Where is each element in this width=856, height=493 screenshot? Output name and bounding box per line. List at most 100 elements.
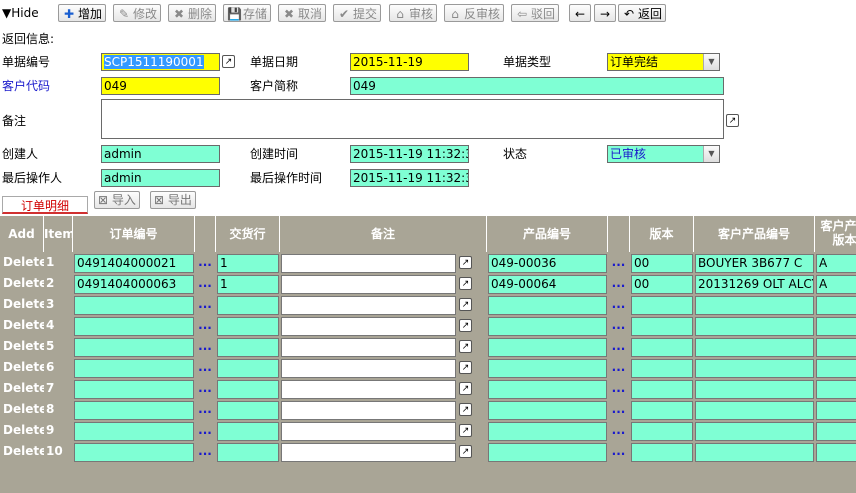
row-remark-field[interactable] [281,401,456,420]
row-remark-field[interactable] [281,338,456,357]
col-header-add[interactable]: Add [0,216,44,252]
order-lookup-button[interactable]: ... [195,338,215,357]
version-field[interactable] [631,359,693,378]
delete-row-button[interactable]: Delete [1,443,44,462]
delivery-line-field[interactable] [217,401,279,420]
export-button[interactable]: ⊠ 导出 [150,191,196,209]
order-lookup-button[interactable]: ... [195,443,215,462]
product-no-field[interactable] [488,401,607,420]
row-remark-field[interactable] [281,380,456,399]
lookup-icon[interactable]: ↗ [459,361,472,374]
lookup-icon[interactable]: ↗ [459,340,472,353]
doc-date-field[interactable]: 2015-11-19 [350,53,469,71]
delete-row-button[interactable]: Delete [1,275,44,294]
cust-version-field[interactable]: A [816,275,856,294]
row-remark-field[interactable] [281,296,456,315]
cust-product-field[interactable]: BOUYER 3B677 C [695,254,814,273]
back-button[interactable]: ↶ 返回 [618,4,667,22]
delivery-line-field[interactable] [217,380,279,399]
order-lookup-button[interactable]: ... [195,380,215,399]
submit-button[interactable]: ✔ 提交 [333,4,382,22]
order-lookup-button[interactable]: ... [195,254,215,273]
cust-version-field[interactable] [816,359,856,378]
cust-product-field[interactable] [695,422,814,441]
version-field[interactable] [631,338,693,357]
lookup-icon[interactable]: ↗ [222,55,235,68]
cust-product-field[interactable] [695,338,814,357]
status-select[interactable]: 已审核 ▼ [607,145,720,163]
product-no-field[interactable] [488,422,607,441]
delivery-line-field[interactable] [217,338,279,357]
chevron-down-icon[interactable]: ▼ [703,146,719,162]
version-field[interactable] [631,443,693,462]
product-lookup-button[interactable]: ... [608,422,629,441]
row-remark-field[interactable] [281,443,456,462]
last-op-field[interactable]: admin [101,169,220,187]
row-remark-field[interactable] [281,422,456,441]
order-no-field[interactable] [74,443,194,462]
cust-version-field[interactable] [816,443,856,462]
order-lookup-button[interactable]: ... [195,401,215,420]
reject-button[interactable]: ⇦ 驳回 [511,4,560,22]
version-field[interactable] [631,296,693,315]
chevron-down-icon[interactable]: ▼ [703,54,719,70]
delete-row-button[interactable]: Delete [1,380,44,399]
row-remark-field[interactable] [281,254,456,273]
delete-row-button[interactable]: Delete [1,317,44,336]
product-no-field[interactable] [488,359,607,378]
cust-version-field[interactable] [816,401,856,420]
cust-abbr-field[interactable]: 049 [350,77,724,95]
delete-button[interactable]: ✖ 删除 [168,4,217,22]
last-op-time-field[interactable]: 2015-11-19 11:32:36 [350,169,469,187]
version-field[interactable]: 00 [631,254,693,273]
version-field[interactable] [631,422,693,441]
cust-version-field[interactable] [816,380,856,399]
order-no-field[interactable] [74,380,194,399]
product-lookup-button[interactable]: ... [608,380,629,399]
order-no-field[interactable] [74,317,194,336]
order-lookup-button[interactable]: ... [195,359,215,378]
product-no-field[interactable]: 049-00064 [488,275,607,294]
cust-product-field[interactable]: 20131269 OLT ALCY [695,275,814,294]
order-no-field[interactable] [74,296,194,315]
row-remark-field[interactable] [281,275,456,294]
order-lookup-button[interactable]: ... [195,422,215,441]
product-lookup-button[interactable]: ... [608,443,629,462]
doc-no-field[interactable]: SCP1511190001 [101,53,220,71]
next-button[interactable]: → [594,4,616,22]
product-no-field[interactable] [488,296,607,315]
delete-row-button[interactable]: Delete [1,296,44,315]
cust-product-field[interactable] [695,443,814,462]
cancel-button[interactable]: ✖ 取消 [278,4,327,22]
product-no-field[interactable] [488,317,607,336]
edit-button[interactable]: ✎ 修改 [113,4,162,22]
audit-button[interactable]: ⌂ 审核 [389,4,438,22]
row-remark-field[interactable] [281,359,456,378]
lookup-icon[interactable]: ↗ [459,319,472,332]
delivery-line-field[interactable] [217,443,279,462]
lookup-icon[interactable]: ↗ [459,445,472,458]
lookup-icon[interactable]: ↗ [459,277,472,290]
product-lookup-button[interactable]: ... [608,275,629,294]
product-lookup-button[interactable]: ... [608,359,629,378]
version-field[interactable] [631,317,693,336]
remark-textarea[interactable] [101,99,724,139]
unaudit-button[interactable]: ⌂ 反审核 [444,4,505,22]
order-no-field[interactable]: 0491404000063 [74,275,194,294]
order-no-field[interactable] [74,338,194,357]
delivery-line-field[interactable]: 1 [217,254,279,273]
cust-version-field[interactable] [816,338,856,357]
delete-row-button[interactable]: Delete [1,401,44,420]
product-lookup-button[interactable]: ... [608,296,629,315]
add-button[interactable]: ✚ 增加 [58,4,107,22]
delete-row-button[interactable]: Delete [1,338,44,357]
cust-product-field[interactable] [695,380,814,399]
product-no-field[interactable] [488,380,607,399]
prev-button[interactable]: ← [569,4,591,22]
cust-product-field[interactable] [695,317,814,336]
product-lookup-button[interactable]: ... [608,401,629,420]
cust-version-field[interactable] [816,422,856,441]
cust-product-field[interactable] [695,296,814,315]
row-remark-field[interactable] [281,317,456,336]
create-time-field[interactable]: 2015-11-19 11:32:36 [350,145,469,163]
